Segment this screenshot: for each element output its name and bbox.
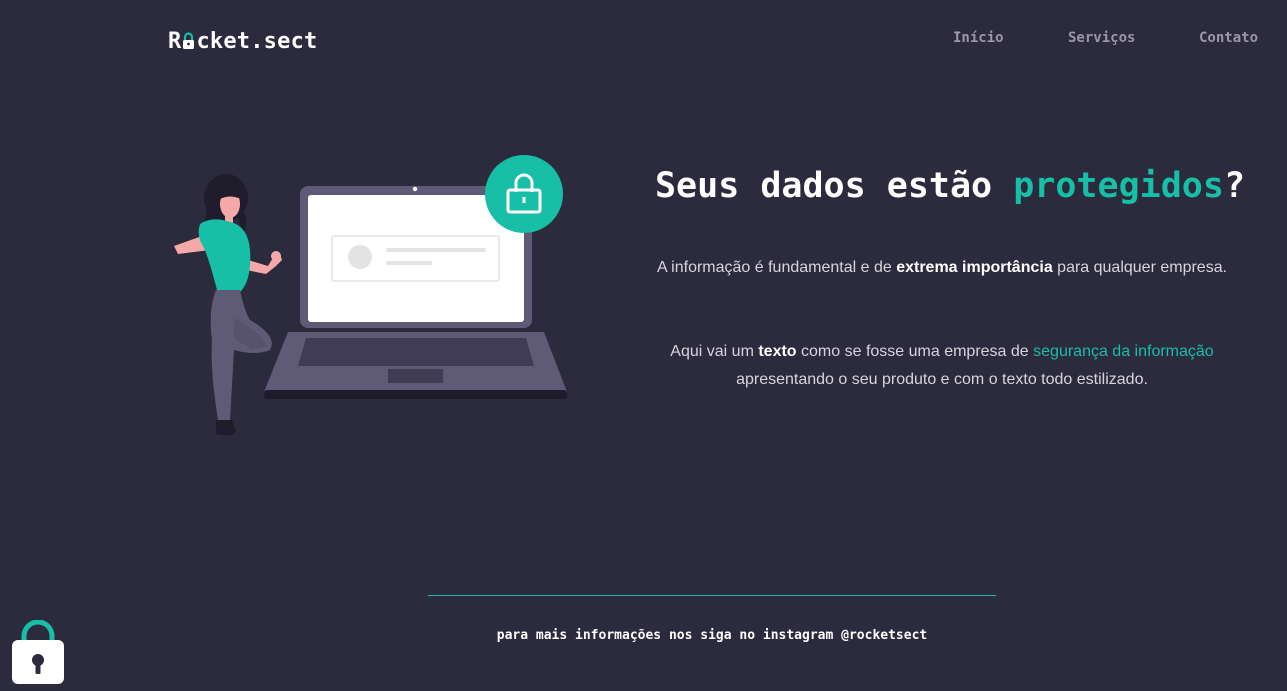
- p2-middle: como se fosse uma empresa de: [796, 343, 1034, 360]
- hero-headline: Seus dados estão protegidos?: [612, 166, 1287, 206]
- p2-before: Aqui vai um: [670, 343, 759, 360]
- nav-contato[interactable]: Contato: [1199, 30, 1258, 46]
- logo-padlock-icon: [182, 30, 195, 52]
- hero-paragraph-2: Aqui vai um texto como se fosse uma empr…: [652, 338, 1232, 394]
- p2-bold: texto: [758, 343, 797, 360]
- nav-inicio[interactable]: Início: [953, 30, 1004, 46]
- headline-accent: protegidos: [1013, 166, 1224, 206]
- footer-text: para mais informações nos siga no instag…: [496, 628, 928, 643]
- hero-illustration: [160, 150, 580, 450]
- headline-end: ?: [1223, 166, 1246, 206]
- p2-after: apresentando o seu produto e com o texto…: [736, 371, 1148, 388]
- logo-prefix: R: [168, 28, 182, 54]
- p1-bold: extrema importância: [896, 259, 1053, 276]
- floating-padlock-icon[interactable]: [10, 619, 66, 686]
- p2-link[interactable]: segurança da informação: [1033, 343, 1214, 360]
- hero-paragraph-1: A informação é fundamental e de extrema …: [652, 254, 1232, 282]
- footer-divider: [428, 595, 996, 596]
- p1-after: para qualquer empresa.: [1052, 259, 1228, 276]
- headline-text: Seus dados estão: [654, 166, 1014, 206]
- logo-suffix: cket.sect: [196, 28, 318, 54]
- padlock-badge-icon: [485, 155, 563, 233]
- nav-servicos[interactable]: Serviços: [1068, 30, 1135, 46]
- p1-before: A informação é fundamental e de: [656, 259, 897, 276]
- logo[interactable]: R cket.sect: [168, 26, 317, 56]
